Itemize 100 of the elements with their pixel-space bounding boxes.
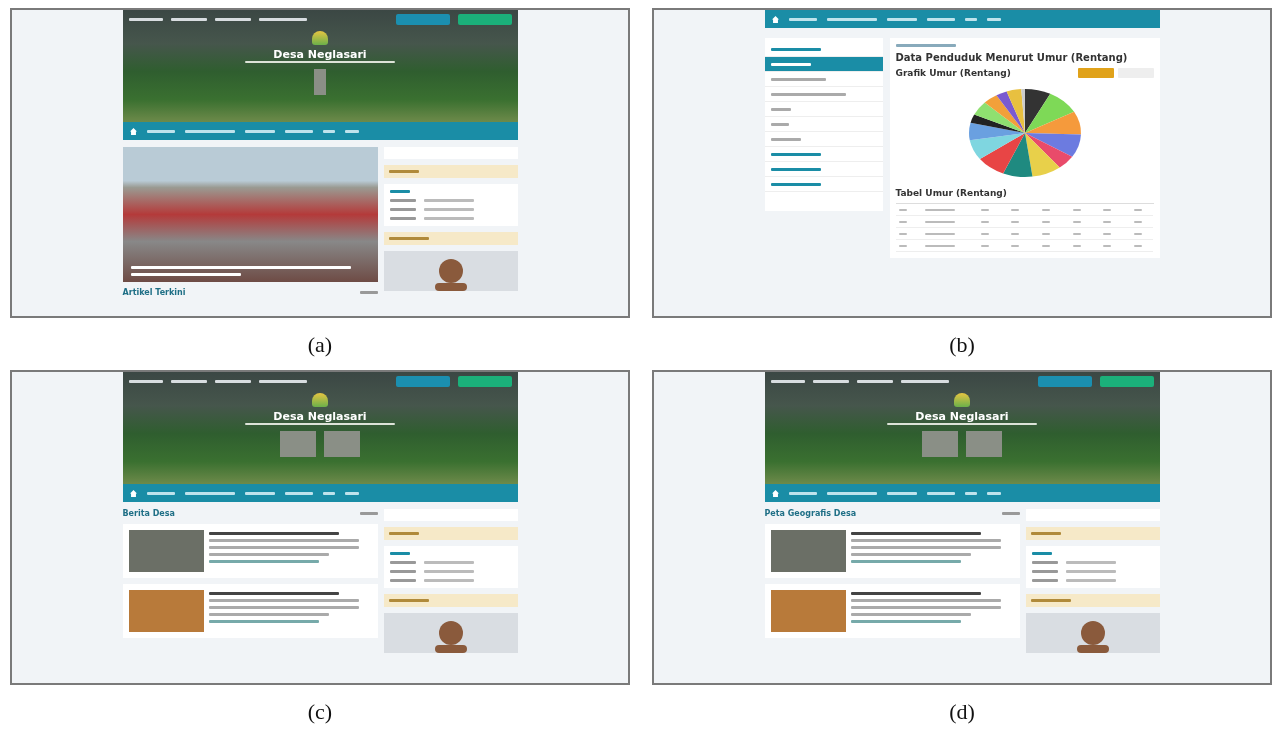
illegible-text[interactable] bbox=[964, 17, 977, 21]
photo-placeholder bbox=[314, 69, 326, 95]
illegible-text[interactable] bbox=[986, 17, 1001, 21]
illegible-text[interactable] bbox=[986, 491, 1001, 495]
section-title: Berita Desa bbox=[122, 509, 175, 518]
illegible-text bbox=[1031, 552, 1052, 555]
home-icon[interactable] bbox=[771, 489, 779, 497]
illegible-text[interactable] bbox=[322, 491, 335, 495]
illegible-text bbox=[924, 208, 955, 211]
illegible-text[interactable] bbox=[170, 18, 207, 21]
illegible-text[interactable] bbox=[359, 291, 378, 294]
illegible-text bbox=[770, 47, 821, 51]
illegible-text bbox=[389, 190, 410, 193]
illegible-text[interactable] bbox=[128, 380, 163, 383]
illegible-text bbox=[895, 44, 956, 47]
illegible-text bbox=[924, 220, 955, 223]
illegible-text[interactable] bbox=[284, 129, 313, 133]
illegible-text[interactable] bbox=[146, 129, 175, 133]
illegible-text bbox=[1065, 570, 1116, 573]
illegible-text[interactable] bbox=[284, 491, 313, 495]
illegible-text bbox=[770, 107, 791, 111]
illegible-text bbox=[389, 199, 416, 202]
illegible-text[interactable] bbox=[244, 129, 275, 133]
illegible-text[interactable] bbox=[170, 380, 207, 383]
header-button[interactable] bbox=[1099, 376, 1154, 387]
illegible-text bbox=[388, 170, 419, 173]
chart-title: Grafik Umur (Rentang) bbox=[895, 68, 1011, 78]
menu-item[interactable] bbox=[764, 57, 883, 72]
illegible-text bbox=[423, 199, 474, 202]
illegible-text[interactable] bbox=[926, 491, 955, 495]
illegible-text bbox=[389, 217, 416, 220]
header-button[interactable] bbox=[457, 376, 512, 387]
illegible-text[interactable] bbox=[886, 17, 917, 21]
illegible-text bbox=[423, 570, 474, 573]
figure-caption: (c) bbox=[307, 699, 333, 725]
illegible-text[interactable] bbox=[344, 491, 359, 495]
illegible-text[interactable] bbox=[184, 491, 235, 495]
headline-photo[interactable] bbox=[122, 147, 378, 282]
illegible-text[interactable] bbox=[964, 491, 977, 495]
site-title: Desa Neglasari bbox=[915, 410, 1009, 423]
header-button[interactable] bbox=[395, 376, 450, 387]
illegible-text[interactable] bbox=[359, 512, 378, 515]
illegible-text[interactable] bbox=[322, 129, 335, 133]
news-card[interactable] bbox=[764, 524, 1020, 578]
illegible-text bbox=[389, 561, 416, 564]
news-card[interactable] bbox=[764, 584, 1020, 638]
illegible-text bbox=[1031, 570, 1058, 573]
illegible-text bbox=[389, 208, 416, 211]
illegible-text bbox=[770, 137, 801, 141]
illegible-text bbox=[423, 579, 474, 582]
photo-placeholder bbox=[324, 431, 360, 457]
illegible-text[interactable] bbox=[214, 18, 251, 21]
illegible-text[interactable] bbox=[214, 380, 251, 383]
header-button[interactable] bbox=[395, 14, 450, 25]
home-icon[interactable] bbox=[771, 15, 779, 23]
chart-toggle-button[interactable] bbox=[1077, 68, 1114, 78]
illegible-text bbox=[388, 237, 429, 240]
illegible-text[interactable] bbox=[826, 491, 877, 495]
illegible-text bbox=[1030, 599, 1071, 602]
photo-placeholder bbox=[922, 431, 958, 457]
illegible-text[interactable] bbox=[826, 17, 877, 21]
illegible-text bbox=[1065, 579, 1116, 582]
illegible-text bbox=[423, 561, 474, 564]
illegible-text bbox=[423, 217, 474, 220]
illegible-text[interactable] bbox=[886, 491, 917, 495]
site-title: Desa Neglasari bbox=[273, 48, 367, 61]
illegible-text[interactable] bbox=[770, 380, 805, 383]
figure-caption: (b) bbox=[949, 332, 975, 358]
news-card[interactable] bbox=[122, 524, 378, 578]
illegible-text[interactable] bbox=[812, 380, 849, 383]
illegible-text bbox=[1031, 561, 1058, 564]
page-title: Data Penduduk Menurut Umur (Rentang) bbox=[895, 52, 1129, 63]
illegible-text bbox=[423, 208, 474, 211]
illegible-text bbox=[389, 570, 416, 573]
home-icon[interactable] bbox=[129, 489, 137, 497]
illegible-text bbox=[770, 152, 821, 156]
illegible-text bbox=[1065, 561, 1116, 564]
illegible-text[interactable] bbox=[856, 380, 893, 383]
illegible-text[interactable] bbox=[344, 129, 359, 133]
illegible-text[interactable] bbox=[146, 491, 175, 495]
illegible-text[interactable] bbox=[1001, 512, 1020, 515]
photo-placeholder bbox=[280, 431, 316, 457]
illegible-text bbox=[770, 77, 826, 81]
illegible-text bbox=[770, 122, 789, 126]
illegible-text bbox=[770, 167, 821, 171]
news-card[interactable] bbox=[122, 584, 378, 638]
illegible-text[interactable] bbox=[244, 491, 275, 495]
illegible-text[interactable] bbox=[926, 17, 955, 21]
illegible-text[interactable] bbox=[788, 17, 817, 21]
illegible-text bbox=[924, 244, 955, 247]
header-button[interactable] bbox=[1037, 376, 1092, 387]
illegible-text bbox=[770, 62, 811, 66]
photo-placeholder bbox=[966, 431, 1002, 457]
illegible-text bbox=[1030, 532, 1061, 535]
illegible-text[interactable] bbox=[128, 18, 163, 21]
illegible-text[interactable] bbox=[184, 129, 235, 133]
home-icon[interactable] bbox=[129, 127, 137, 135]
header-button[interactable] bbox=[457, 14, 512, 25]
illegible-text[interactable] bbox=[788, 491, 817, 495]
figure-caption: (d) bbox=[949, 699, 975, 725]
